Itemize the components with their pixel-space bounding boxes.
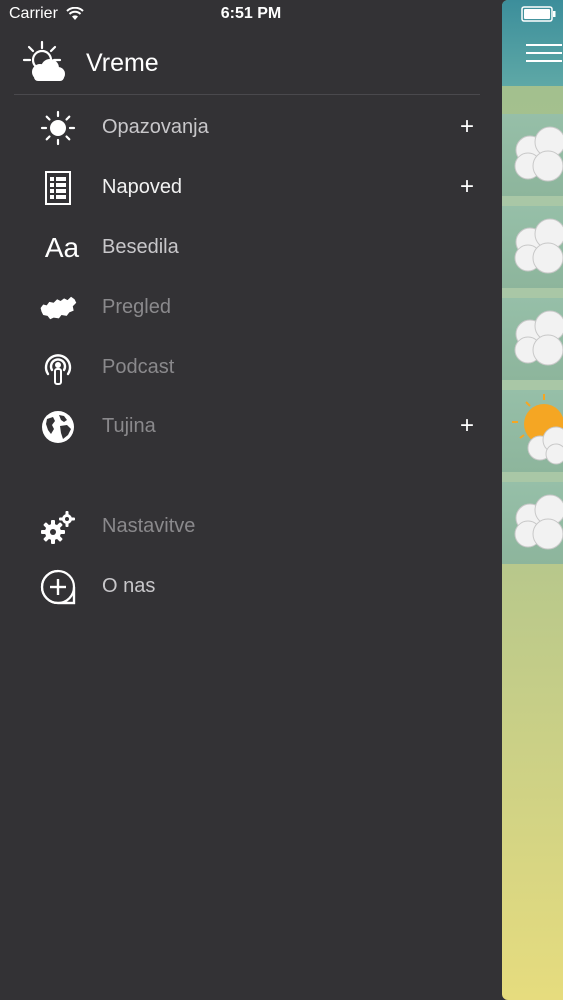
globe-icon <box>38 407 78 447</box>
menu-label: Nastavitve <box>102 515 196 537</box>
menu-item-pregled[interactable]: Pregled <box>0 279 502 337</box>
menu-label: Besedila <box>102 236 179 258</box>
menu-label: O nas <box>102 575 156 597</box>
menu-label: Pregled <box>102 296 171 318</box>
sun-cloud-icon <box>22 40 65 81</box>
status-time: 6:51 PM <box>220 5 282 22</box>
sun-icon <box>38 108 78 148</box>
expand-plus-icon[interactable]: + <box>456 112 478 142</box>
font-aa-icon: Aa <box>38 228 80 268</box>
cloud-icon <box>514 218 563 274</box>
side-drawer: Vreme Opazovanja + Napoved + Aa Besedila… <box>0 0 502 1000</box>
menu-label: Opazovanja <box>102 116 209 138</box>
cloud-icon <box>514 494 563 550</box>
slovenia-map-icon <box>38 288 78 328</box>
menu-item-podcast[interactable]: Podcast <box>0 339 502 397</box>
row-separator <box>502 380 563 390</box>
cloud-icon <box>514 310 563 366</box>
row-separator <box>502 472 563 482</box>
battery-icon <box>521 6 556 22</box>
sun-cloud-weather-icon <box>512 394 563 465</box>
menu-item-o-nas[interactable]: O nas <box>0 558 502 616</box>
menu-item-besedila[interactable]: Aa Besedila <box>0 219 502 277</box>
menu-item-opazovanja[interactable]: Opazovanja + <box>0 99 502 157</box>
forecast-row[interactable] <box>502 298 563 380</box>
gears-icon <box>38 507 78 547</box>
menu-label: Napoved <box>102 176 183 198</box>
hamburger-menu-icon[interactable] <box>526 44 562 68</box>
forecast-row[interactable] <box>502 206 563 288</box>
table-list-icon <box>38 168 78 208</box>
header-divider <box>14 94 480 95</box>
app-title: Vreme <box>86 49 159 77</box>
menu-item-napoved[interactable]: Napoved + <box>0 159 502 217</box>
menu-label: Podcast <box>102 356 175 378</box>
drawer-header: Vreme <box>0 38 502 94</box>
menu-item-nastavitve[interactable]: Nastavitve <box>0 498 502 556</box>
cloud-icon <box>514 126 563 182</box>
menu-label: Tujina <box>102 415 156 437</box>
expand-plus-icon[interactable]: + <box>456 172 478 202</box>
menu-item-tujina[interactable]: Tujina + <box>0 398 502 456</box>
forecast-row[interactable] <box>502 114 563 196</box>
row-separator <box>502 288 563 298</box>
status-bar: Carrier 6:51 PM <box>0 0 563 28</box>
row-separator <box>502 196 563 206</box>
podcast-icon <box>38 348 78 388</box>
forecast-row[interactable] <box>502 390 563 472</box>
forecast-row[interactable] <box>502 482 563 564</box>
main-content-peek[interactable] <box>502 0 563 1000</box>
font-aa-glyph: Aa <box>44 232 80 263</box>
plus-bubble-icon <box>38 567 78 607</box>
expand-plus-icon[interactable]: + <box>456 411 478 441</box>
